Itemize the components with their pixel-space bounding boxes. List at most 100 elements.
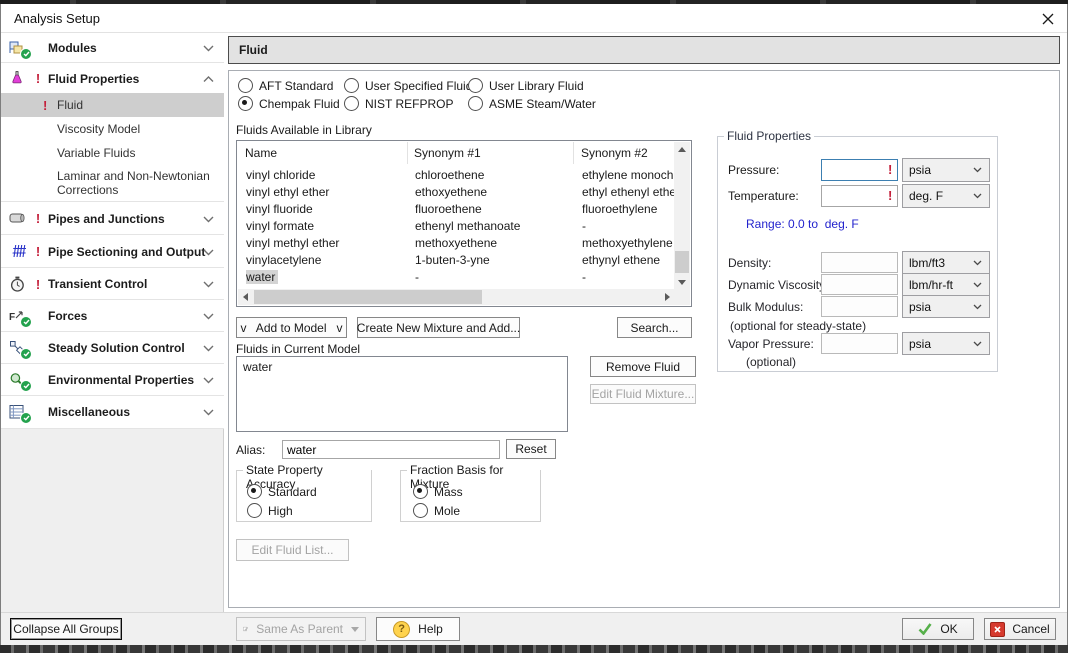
button-label: Same As Parent [256,622,343,636]
table-row-selected[interactable]: water - - [238,269,676,286]
dialog-titlebar[interactable] [1,4,1067,33]
viscosity-unit-dropdown[interactable]: lbm/hr-ft [902,273,990,296]
close-icon [1042,13,1054,25]
sidebar-group-pipes-junctions[interactable]: ! Pipes and Junctions [1,201,224,235]
radio-chempak-fluid[interactable]: Chempak Fluid [238,96,340,111]
sidebar-item-viscosity-model[interactable]: Viscosity Model [1,117,224,141]
sidebar-label: Pipe Sectioning and Output [48,245,205,259]
column-header-name[interactable]: Name [245,146,277,160]
horizontal-scrollbar[interactable] [238,289,675,305]
radio-label: User Library Fluid [489,79,584,93]
sidebar-item-laminar-corrections[interactable]: Laminar and Non-Newtonian Corrections [1,165,224,201]
sidebar-label: Miscellaneous [48,405,130,419]
radio-user-specified-fluid[interactable]: User Specified Fluid [344,78,472,93]
reset-button[interactable]: Reset [506,439,556,459]
add-to-model-button[interactable]: v Add to Model v [236,317,347,338]
stopwatch-icon [9,276,29,293]
sidebar-group-environmental[interactable]: Environmental Properties [1,363,224,396]
sidebar-group-pipe-sectioning[interactable]: ! Pipe Sectioning and Output [1,234,224,268]
sidebar-group-steady-solution[interactable]: Steady Solution Control [1,331,224,364]
vertical-scrollbar[interactable] [674,142,690,290]
sidebar-group-fluid-properties[interactable]: ! Fluid Properties [1,62,224,94]
create-new-mixture-button[interactable]: Create New Mixture and Add... [357,317,520,338]
table-row[interactable]: vinyl chloride chloroethene ethylene mon… [238,167,676,184]
list-icon [9,404,29,421]
temperature-unit-dropdown[interactable]: deg. F [902,184,990,208]
sidebar-group-forces[interactable]: F Forces [1,299,224,332]
range-text: Range: 0.0 to deg. F [746,217,859,231]
radio-mass[interactable]: Mass [413,484,463,499]
button-label: Help [418,622,443,636]
groupbox-title: Fluid Properties [724,129,814,143]
sidebar-group-miscellaneous[interactable]: Miscellaneous [1,395,224,429]
table-row[interactable]: vinyl methyl ether methoxyethene methoxy… [238,235,676,252]
help-icon: ? [393,621,410,638]
scroll-right-button[interactable] [660,289,675,305]
radio-icon [344,78,359,93]
density-input [821,252,898,273]
sidebar-group-transient-control[interactable]: ! Transient Control [1,267,224,300]
alias-input[interactable] [282,440,500,459]
current-model-listbox[interactable]: water [236,356,568,432]
radio-selected-icon [247,484,262,499]
search-button[interactable]: Search... [617,317,692,338]
scroll-up-button[interactable] [674,142,690,157]
fluids-library-table: Name Synonym #1 Synonym #2 vinyl chlorid… [236,140,692,307]
radio-icon [238,78,253,93]
sidebar-item-variable-fluids[interactable]: Variable Fluids [1,141,224,165]
setup-sidebar: Modules ! Fluid Properties ! Fluid Visco… [1,34,224,612]
column-header-synonym2[interactable]: Synonym #2 [581,146,648,160]
scrollbar-thumb[interactable] [254,290,482,304]
pressure-input[interactable] [821,159,898,181]
close-button[interactable] [1036,9,1060,29]
scroll-down-button[interactable] [674,275,690,290]
temperature-input[interactable] [821,185,898,207]
density-unit-dropdown[interactable]: lbm/ft3 [902,251,990,274]
chevron-down-icon [203,245,214,259]
sidebar-item-fluid[interactable]: ! Fluid [1,93,224,117]
sidebar-label: Environmental Properties [48,373,194,387]
table-row[interactable]: vinyl formate ethenyl methanoate - [238,218,676,235]
radio-high[interactable]: High [247,503,293,518]
bulk-unit-dropdown[interactable]: psia [902,295,990,318]
vapor-pressure-input [821,333,898,354]
radio-asme-steam-water[interactable]: ASME Steam/Water [468,96,596,111]
table-row[interactable]: vinyl fluoride fluoroethene fluoroethyle… [238,201,676,218]
radio-icon [344,96,359,111]
sidebar-group-modules[interactable]: Modules [1,34,224,62]
edit-fluid-list-button: Edit Fluid List... [236,539,349,561]
radio-mole[interactable]: Mole [413,503,460,518]
cancel-button[interactable]: Cancel [984,618,1056,640]
list-item[interactable]: water [237,357,567,377]
radio-aft-standard[interactable]: AFT Standard [238,78,333,93]
status-check-icon [20,412,32,424]
vapor-pressure-label: Vapor Pressure: [728,337,814,351]
button-label: Cancel [1012,622,1049,636]
pressure-unit-dropdown[interactable]: psia [902,158,990,182]
table-row[interactable]: vinyl ethyl ether ethoxyethene ethyl eth… [238,184,676,201]
pipe-icon [9,210,29,227]
sidebar-sublabel: Fluid [57,98,83,112]
radio-standard[interactable]: Standard [247,484,317,499]
chevron-down-icon [973,167,982,173]
remove-fluid-button[interactable]: Remove Fluid [590,356,696,377]
radio-selected-icon [238,96,253,111]
dynamic-viscosity-label: Dynamic Viscosity: [728,278,828,292]
collapse-all-groups-button[interactable]: Collapse All Groups [10,618,122,640]
radio-nist-refprop[interactable]: NIST REFPROP [344,96,453,111]
help-button[interactable]: ? Help [376,617,460,641]
radio-user-library-fluid[interactable]: User Library Fluid [468,78,584,93]
table-row[interactable]: vinylacetylene 1-buten-3-yne ethynyl eth… [238,252,676,269]
scroll-left-button[interactable] [238,289,253,305]
vapor-unit-dropdown[interactable]: psia [902,332,990,355]
library-label: Fluids Available in Library [236,123,372,137]
sidebar-label: Fluid Properties [48,72,139,86]
sidebar-label: Steady Solution Control [48,341,185,355]
status-check-icon [20,316,32,328]
temperature-label: Temperature: [728,189,799,203]
density-label: Density: [728,256,771,270]
ok-button[interactable]: OK [902,618,974,640]
scrollbar-thumb[interactable] [675,251,689,273]
column-header-synonym1[interactable]: Synonym #1 [414,146,481,160]
vapor-pressure-note: (optional) [746,355,796,369]
